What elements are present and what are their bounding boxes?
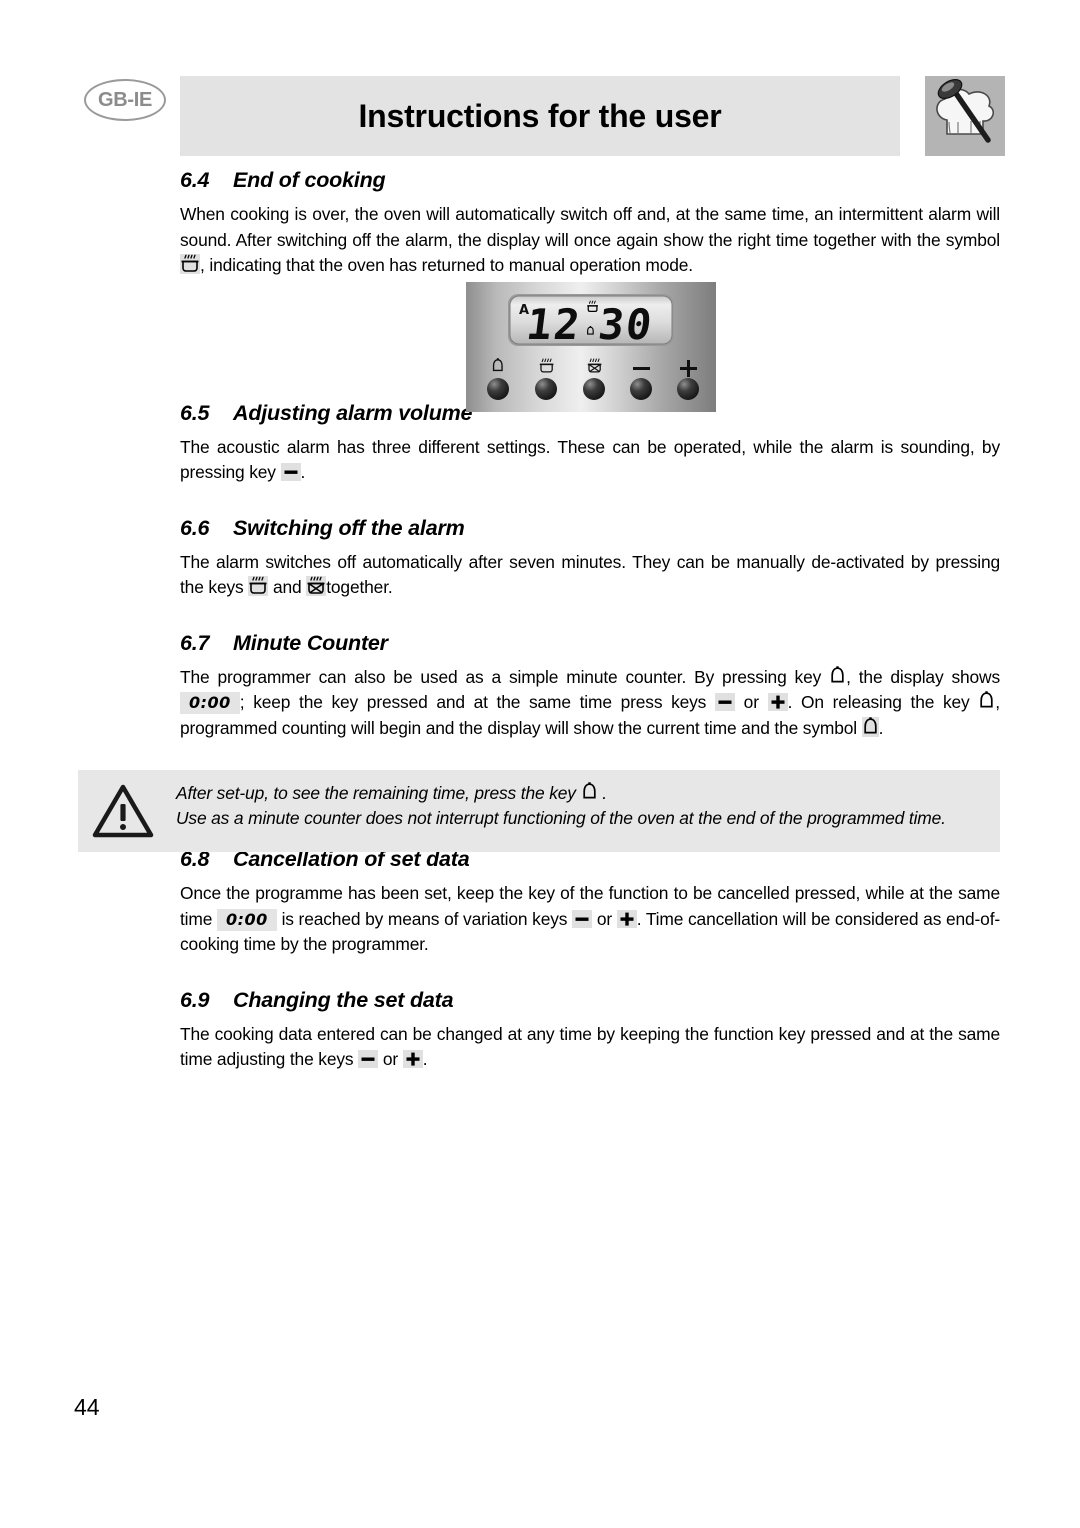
lcd-value-chip: 0:00: [217, 908, 277, 931]
section-title: End of cooking: [233, 168, 386, 192]
section-title: Changing the set data: [233, 987, 454, 1012]
paragraph-text-2: , the display shows: [846, 666, 1000, 687]
paragraph-text: The cooking data entered can be changed …: [180, 1023, 1000, 1070]
paragraph-text-4: or: [743, 692, 759, 712]
section-heading-6-4: 6.4 End of cooking: [180, 168, 1000, 193]
paragraph-text: The programmer can also be used as a sim…: [180, 666, 822, 687]
svg-text:30: 30: [596, 300, 657, 349]
paragraph-text-5: . On releasing the key: [787, 692, 970, 712]
warning-triangle-icon: [78, 770, 168, 852]
paragraph-text-3: ; keep the key pressed and at the same t…: [239, 692, 707, 712]
note-line-1-text: After set-up, to see the remaining time,…: [176, 783, 576, 803]
cooking-heat-icon: [180, 254, 200, 274]
plus-icon: [767, 693, 788, 711]
cooking-time-key: [535, 378, 557, 400]
minus-icon: [714, 693, 735, 711]
section-title: Adjusting alarm volume: [233, 400, 473, 425]
paragraph-text-2: is reached by means of variation keys: [281, 908, 568, 929]
section-number: 6.6: [180, 515, 210, 540]
section-number: 6.4: [180, 168, 210, 192]
paragraph-text-3: .: [422, 1049, 428, 1069]
section-number: 6.9: [180, 987, 210, 1012]
paragraph-text-cont: .: [300, 462, 306, 482]
lcd-value-chip: 0:00: [180, 692, 240, 714]
bell-icon: [978, 691, 995, 711]
note-line-1-end: .: [602, 783, 607, 803]
cooking-heat-icon: [248, 576, 269, 596]
bell-key: [487, 378, 509, 400]
oven-programmer-panel-image: A 12 30: [466, 282, 716, 412]
minus-icon: [358, 1050, 379, 1068]
note-line-1: After set-up, to see the remaining time,…: [176, 781, 990, 806]
minus-icon: [280, 463, 301, 481]
section-6-5-paragraph: The acoustic alarm has three different s…: [180, 435, 1000, 486]
page-number: 44: [74, 1394, 100, 1420]
chef-hat-spoon-icon: [925, 76, 1005, 156]
paragraph-text-3: or: [596, 908, 612, 929]
bell-icon: [829, 665, 846, 686]
minus-icon: [572, 909, 593, 928]
section-number: 6.5: [180, 400, 210, 425]
bell-icon: [581, 782, 598, 802]
section-6-6-paragraph: The alarm switches off automatically aft…: [180, 550, 1000, 601]
section-6-4-paragraph: When cooking is over, the oven will auto…: [180, 202, 1000, 279]
locale-badge: GB-IE: [84, 79, 166, 121]
paragraph-text-2: or: [382, 1049, 398, 1069]
paragraph-text-cont: and: [272, 577, 302, 597]
section-6-7-paragraph: The programmer can also be used as a sim…: [180, 665, 1000, 742]
section-heading-6-6: 6.6 Switching off the alarm: [180, 516, 1000, 541]
section-number: 6.7: [180, 630, 210, 655]
section-6-9-paragraph: The cooking data entered can be changed …: [180, 1022, 1000, 1073]
paragraph-text: The alarm switches off automatically aft…: [180, 551, 1000, 598]
plus-key: [677, 378, 699, 400]
svg-text:12: 12: [524, 300, 585, 349]
end-of-cooking-key: [583, 378, 605, 400]
section-6-8-paragraph: Once the programme has been set, keep th…: [180, 881, 1000, 958]
page-header-bar: Instructions for the user: [180, 76, 900, 156]
minus-key: [630, 378, 652, 400]
section-title: Switching off the alarm: [233, 515, 465, 540]
note-line-2: Use as a minute counter does not interru…: [176, 808, 946, 828]
warning-note-box: After set-up, to see the remaining time,…: [78, 770, 1000, 852]
section-title: Minute Counter: [233, 630, 388, 655]
paragraph-text-cont2: together.: [326, 577, 393, 597]
locale-badge-label: GB-IE: [97, 89, 153, 111]
section-heading-6-7: 6.7 Minute Counter: [180, 631, 1000, 656]
plus-icon: [616, 909, 637, 928]
bell-icon: [861, 716, 879, 737]
paragraph-text-7: .: [878, 717, 884, 738]
plus-icon: [402, 1050, 423, 1068]
section-heading-6-9: 6.9 Changing the set data: [180, 988, 1000, 1013]
page-title: Instructions for the user: [358, 97, 722, 134]
paragraph-text-cont: , indicating that the oven has returned …: [200, 255, 693, 275]
end-of-cooking-icon: [306, 576, 327, 596]
paragraph-text: When cooking is over, the oven will auto…: [180, 204, 1000, 250]
